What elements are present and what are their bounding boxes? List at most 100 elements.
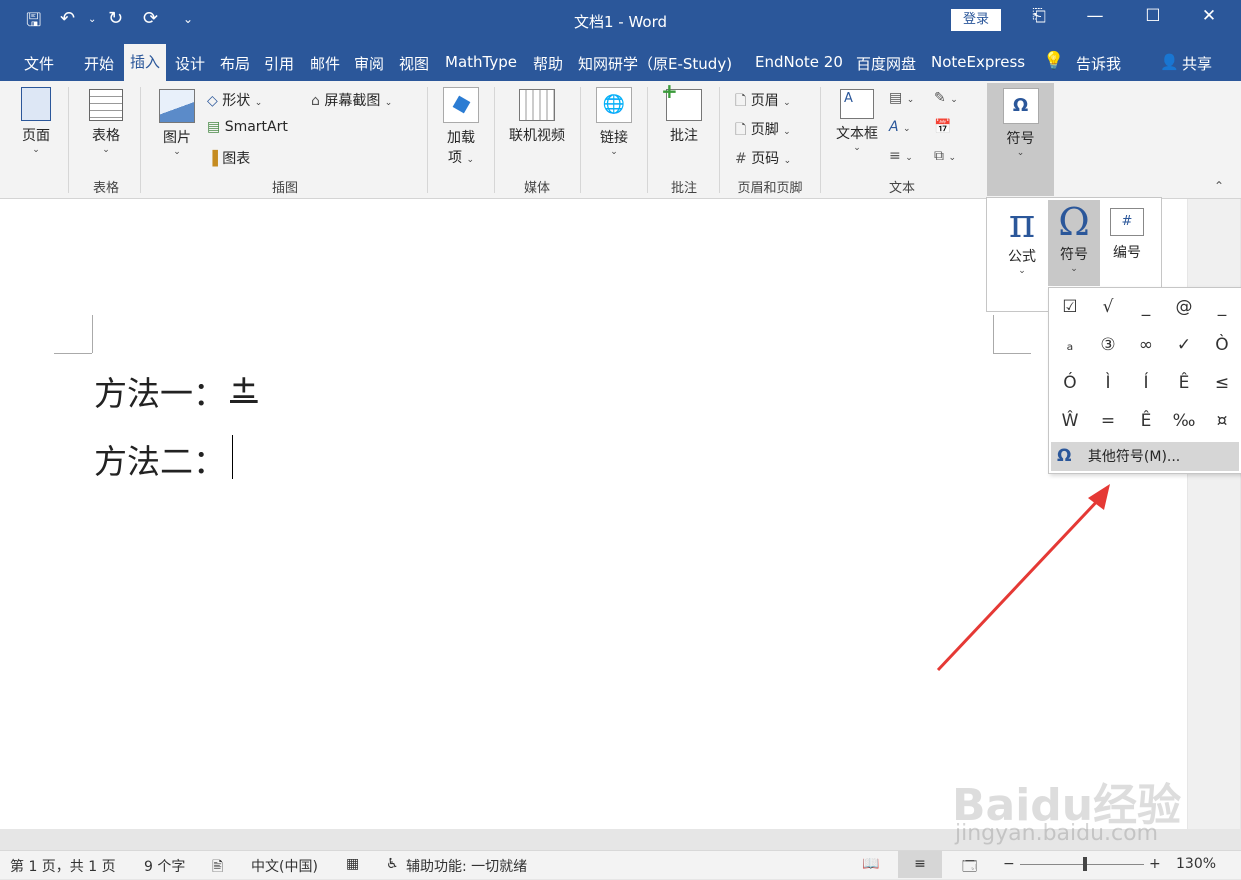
chevron-down-icon: ⌄ xyxy=(1018,266,1026,276)
symbol-cell[interactable]: Ì xyxy=(1089,364,1127,402)
zoom-level[interactable]: 130% xyxy=(1176,856,1216,872)
tab-mailings[interactable]: 邮件 xyxy=(310,53,340,74)
textbox-button[interactable]: A 文本框 ⌄ xyxy=(832,89,882,153)
tab-references[interactable]: 引用 xyxy=(264,53,294,74)
share-button[interactable]: 共享 xyxy=(1182,53,1212,74)
proofing-icon[interactable]: 🖹 xyxy=(212,856,223,880)
tab-mathtype[interactable]: MathType xyxy=(445,53,517,71)
symbol-cell[interactable]: ☑ xyxy=(1051,288,1089,326)
symbol-cell[interactable]: _ xyxy=(1203,288,1241,326)
share-icon[interactable]: 👤 xyxy=(1160,53,1179,71)
language[interactable]: 中文(中国) xyxy=(251,856,318,876)
tab-design[interactable]: 设计 xyxy=(175,53,205,74)
symbol-cell[interactable]: Í xyxy=(1127,364,1165,402)
smartart-button[interactable]: ▤ SmartArt xyxy=(207,119,288,135)
link-button[interactable]: 🌐 链接 ⌄ xyxy=(593,87,635,157)
omega-icon: Ω xyxy=(1002,88,1039,124)
tab-endnote[interactable]: EndNote 20 xyxy=(755,53,843,71)
signature-line-icon[interactable]: ✎ ⌄ xyxy=(934,90,958,106)
doc-line-1-label: 方法一： xyxy=(94,374,226,413)
symbol-cell[interactable]: Ê xyxy=(1165,364,1203,402)
symbol-cell[interactable]: ‰ xyxy=(1165,402,1203,440)
tab-help[interactable]: 帮助 xyxy=(533,53,563,74)
chevron-down-icon: ⌄ xyxy=(1070,264,1078,274)
more-symbols-item[interactable]: Ω 其他符号(M)... xyxy=(1051,442,1239,471)
quick-parts-icon[interactable]: ▤ ⌄ xyxy=(889,90,914,106)
login-button[interactable]: 登录 xyxy=(951,9,1001,31)
margin-mark xyxy=(92,315,93,353)
tab-home[interactable]: 开始 xyxy=(84,53,114,74)
shapes-icon: ◇ xyxy=(207,93,218,109)
online-video-icon xyxy=(519,89,555,121)
tab-noteexpress[interactable]: NoteExpress xyxy=(931,53,1025,71)
collapse-ribbon-icon[interactable]: ⌃ xyxy=(1214,179,1224,193)
page-number-button[interactable]: # 页码 ⌄ xyxy=(735,148,791,168)
zoom-slider-thumb[interactable] xyxy=(1083,857,1087,871)
chart-button[interactable]: ▐ 图表 xyxy=(207,148,250,168)
number-button[interactable]: # 编号 xyxy=(1104,208,1150,262)
tab-review[interactable]: 审阅 xyxy=(354,53,384,74)
online-video-button[interactable]: 联机视频 xyxy=(505,89,569,145)
comment-label: 批注 xyxy=(670,128,698,144)
table-button[interactable]: 表格 ⌄ xyxy=(84,89,128,155)
symbol-cell[interactable]: Ó xyxy=(1051,364,1089,402)
window-title: 文档1 - Word xyxy=(573,13,668,31)
tab-file[interactable]: 文件 xyxy=(24,53,54,74)
tab-baidu-netdisk[interactable]: 百度网盘 xyxy=(856,53,916,74)
equation-button[interactable]: π 公式 ⌄ xyxy=(997,202,1047,276)
web-layout-icon[interactable]: 🗔 xyxy=(962,856,977,880)
object-icon[interactable]: ⧉ ⌄ xyxy=(934,148,956,164)
symbol-cell[interactable]: _ xyxy=(1127,288,1165,326)
accessibility-status[interactable]: 辅助功能: 一切就绪 xyxy=(406,856,527,876)
tab-estudy[interactable]: 知网研学（原E-Study) xyxy=(578,53,732,74)
symbol-cell[interactable]: = xyxy=(1089,402,1127,440)
ribbon: 页面 ⌄ 表格 ⌄ 表格 图片 ⌄ ◇ 形状 ⌄ ▤ SmartArt ▐ 图表… xyxy=(0,81,1241,199)
wordart-icon[interactable]: A ⌄ xyxy=(889,119,911,135)
tell-me-search[interactable]: 告诉我 xyxy=(1076,53,1121,74)
symbol-cell[interactable]: ③ xyxy=(1089,326,1127,364)
pages-button[interactable]: 页面 ⌄ xyxy=(14,87,58,155)
header-button[interactable]: 🗋 页眉 ⌄ xyxy=(735,90,791,114)
page-count[interactable]: 第 1 页，共 1 页 xyxy=(10,856,116,876)
symbols-button[interactable]: Ω 符号 ⌄ xyxy=(987,83,1054,196)
drop-cap-icon[interactable]: ≡ ⌄ xyxy=(889,148,913,164)
print-layout-icon[interactable]: ≡ xyxy=(898,851,942,878)
symbol-cell[interactable]: Ê xyxy=(1127,402,1165,440)
symbol-cell[interactable]: ≤ xyxy=(1203,364,1241,402)
macro-icon[interactable]: ▦ xyxy=(346,856,359,872)
symbol-cell[interactable]: Ŵ xyxy=(1051,402,1089,440)
read-mode-icon[interactable]: 📖 xyxy=(862,856,879,872)
chart-icon: ▐ xyxy=(207,151,218,167)
shapes-button[interactable]: ◇ 形状 ⌄ xyxy=(207,90,262,110)
footer-icon: 🗋 xyxy=(735,122,747,138)
addins-button[interactable]: 加载 项 ⌄ xyxy=(440,87,482,167)
comment-button[interactable]: + 批注 xyxy=(661,81,706,145)
symbol-cell[interactable]: Ò xyxy=(1203,326,1241,364)
zoom-in-icon[interactable]: + xyxy=(1149,856,1161,872)
minimize-icon[interactable]: — xyxy=(1080,6,1110,26)
accessibility-icon[interactable]: ♿ xyxy=(386,856,399,872)
word-count[interactable]: 9 个字 xyxy=(144,856,185,876)
page-number-label: 页码 xyxy=(751,151,780,167)
close-icon[interactable]: ✕ xyxy=(1194,6,1224,26)
screenshot-button[interactable]: ⌂ 屏幕截图 ⌄ xyxy=(311,90,392,110)
tab-insert[interactable]: 插入 xyxy=(124,44,167,81)
symbol-cell[interactable]: ¤ xyxy=(1203,402,1241,440)
symbol-cell[interactable]: @ xyxy=(1165,288,1203,326)
symbol-cell[interactable]: √ xyxy=(1089,288,1127,326)
zoom-slider[interactable] xyxy=(1020,864,1144,865)
footer-button[interactable]: 🗋 页脚 ⌄ xyxy=(735,119,791,143)
symbol-cell[interactable]: ✓ xyxy=(1165,326,1203,364)
symbol-cell[interactable]: ₐ xyxy=(1051,326,1089,364)
zoom-out-icon[interactable]: − xyxy=(1003,856,1015,872)
link-icon: 🌐 xyxy=(596,87,632,123)
shapes-label: 形状 xyxy=(222,93,251,109)
maximize-icon[interactable]: ☐ xyxy=(1138,6,1168,26)
symbol-cell[interactable]: ∞ xyxy=(1127,326,1165,364)
symbol-button[interactable]: Ω 符号 ⌄ xyxy=(1048,200,1100,286)
tab-view[interactable]: 视图 xyxy=(399,53,429,74)
ribbon-display-icon[interactable]: ⎗ xyxy=(1024,6,1054,26)
tab-layout[interactable]: 布局 xyxy=(220,53,250,74)
date-time-icon[interactable]: 📅 xyxy=(934,119,951,135)
picture-button[interactable]: 图片 ⌄ xyxy=(156,89,198,157)
